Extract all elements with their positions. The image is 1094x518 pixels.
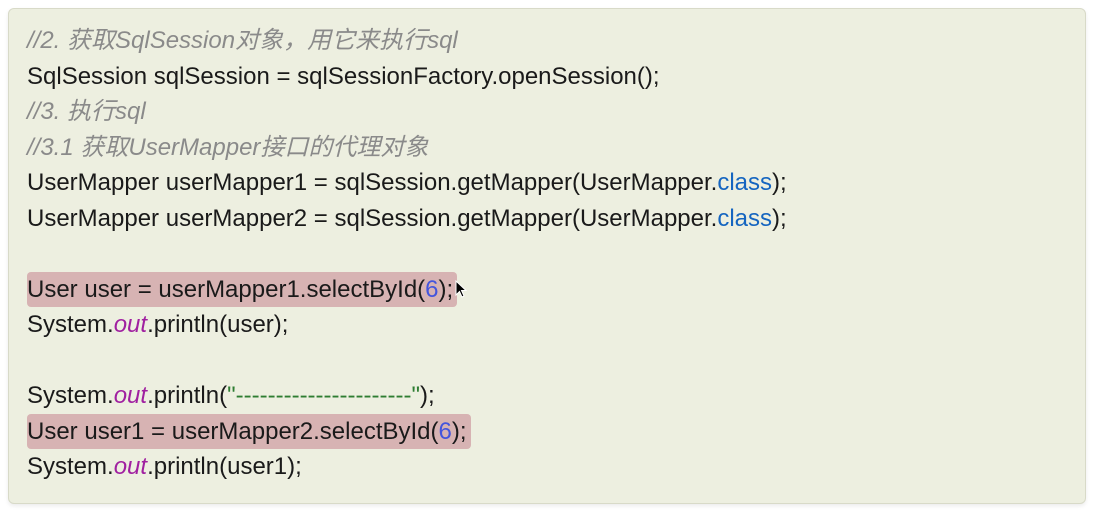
comment-text: //3.1 获取UserMapper接口的代理对象: [27, 134, 428, 161]
code-text: ): [439, 276, 447, 303]
code-text: UserMapper userMapper2 = sqlSession.getM…: [27, 205, 717, 232]
code-line-comment: //3. 执行sql: [27, 94, 1067, 130]
code-line: UserMapper userMapper1 = sqlSession.getM…: [27, 165, 1067, 201]
code-text: .println(user);: [147, 311, 288, 338]
code-text: .println(: [147, 382, 227, 409]
code-text: UserMapper userMapper1 = sqlSession.getM…: [27, 169, 717, 196]
string-literal: "----------------------": [227, 382, 420, 409]
code-text: SqlSession sqlSession = sqlSessionFactor…: [27, 63, 660, 90]
keyword-class: class: [717, 205, 772, 232]
field-out: out: [114, 382, 147, 409]
code-line: System.out.println("--------------------…: [27, 378, 1067, 414]
blank-line: [27, 343, 1067, 379]
comment-text: //3. 执行sql: [27, 98, 146, 125]
code-line-highlighted: User user1 = userMapper2.selectById(6);: [27, 414, 1067, 450]
code-text: System.: [27, 453, 114, 480]
code-text: ;: [447, 276, 454, 303]
code-text: );: [772, 205, 787, 232]
field-out: out: [114, 453, 147, 480]
code-text: System.: [27, 311, 114, 338]
code-line: System.out.println(user1);: [27, 449, 1067, 485]
code-line: System.out.println(user);: [27, 307, 1067, 343]
code-text: );: [452, 418, 467, 445]
code-snippet-block: //2. 获取SqlSession对象，用它来执行sql SqlSession …: [8, 8, 1086, 504]
code-text: System.: [27, 382, 114, 409]
code-line: SqlSession sqlSession = sqlSessionFactor…: [27, 59, 1067, 95]
code-line-comment: //3.1 获取UserMapper接口的代理对象: [27, 130, 1067, 166]
field-out: out: [114, 311, 147, 338]
number-literal: 6: [425, 276, 438, 303]
comment-text: //2. 获取SqlSession对象，用它来执行sql: [27, 27, 458, 54]
mouse-cursor-icon: [455, 275, 469, 311]
code-text: User user = userMapper1.selectById(: [27, 276, 425, 303]
code-text: );: [420, 382, 435, 409]
highlight-span: User user1 = userMapper2.selectById(6);: [27, 414, 471, 450]
code-text: .println(user1);: [147, 453, 302, 480]
code-line-highlighted: User user = userMapper1.selectById(6);: [27, 272, 1067, 308]
code-line-comment: //2. 获取SqlSession对象，用它来执行sql: [27, 23, 1067, 59]
highlight-span: User user = userMapper1.selectById(6);: [27, 272, 457, 308]
code-text: );: [772, 169, 787, 196]
number-literal: 6: [439, 418, 452, 445]
keyword-class: class: [717, 169, 772, 196]
blank-line: [27, 236, 1067, 272]
code-text: User user1 = userMapper2.selectById(: [27, 418, 439, 445]
code-line: UserMapper userMapper2 = sqlSession.getM…: [27, 201, 1067, 237]
